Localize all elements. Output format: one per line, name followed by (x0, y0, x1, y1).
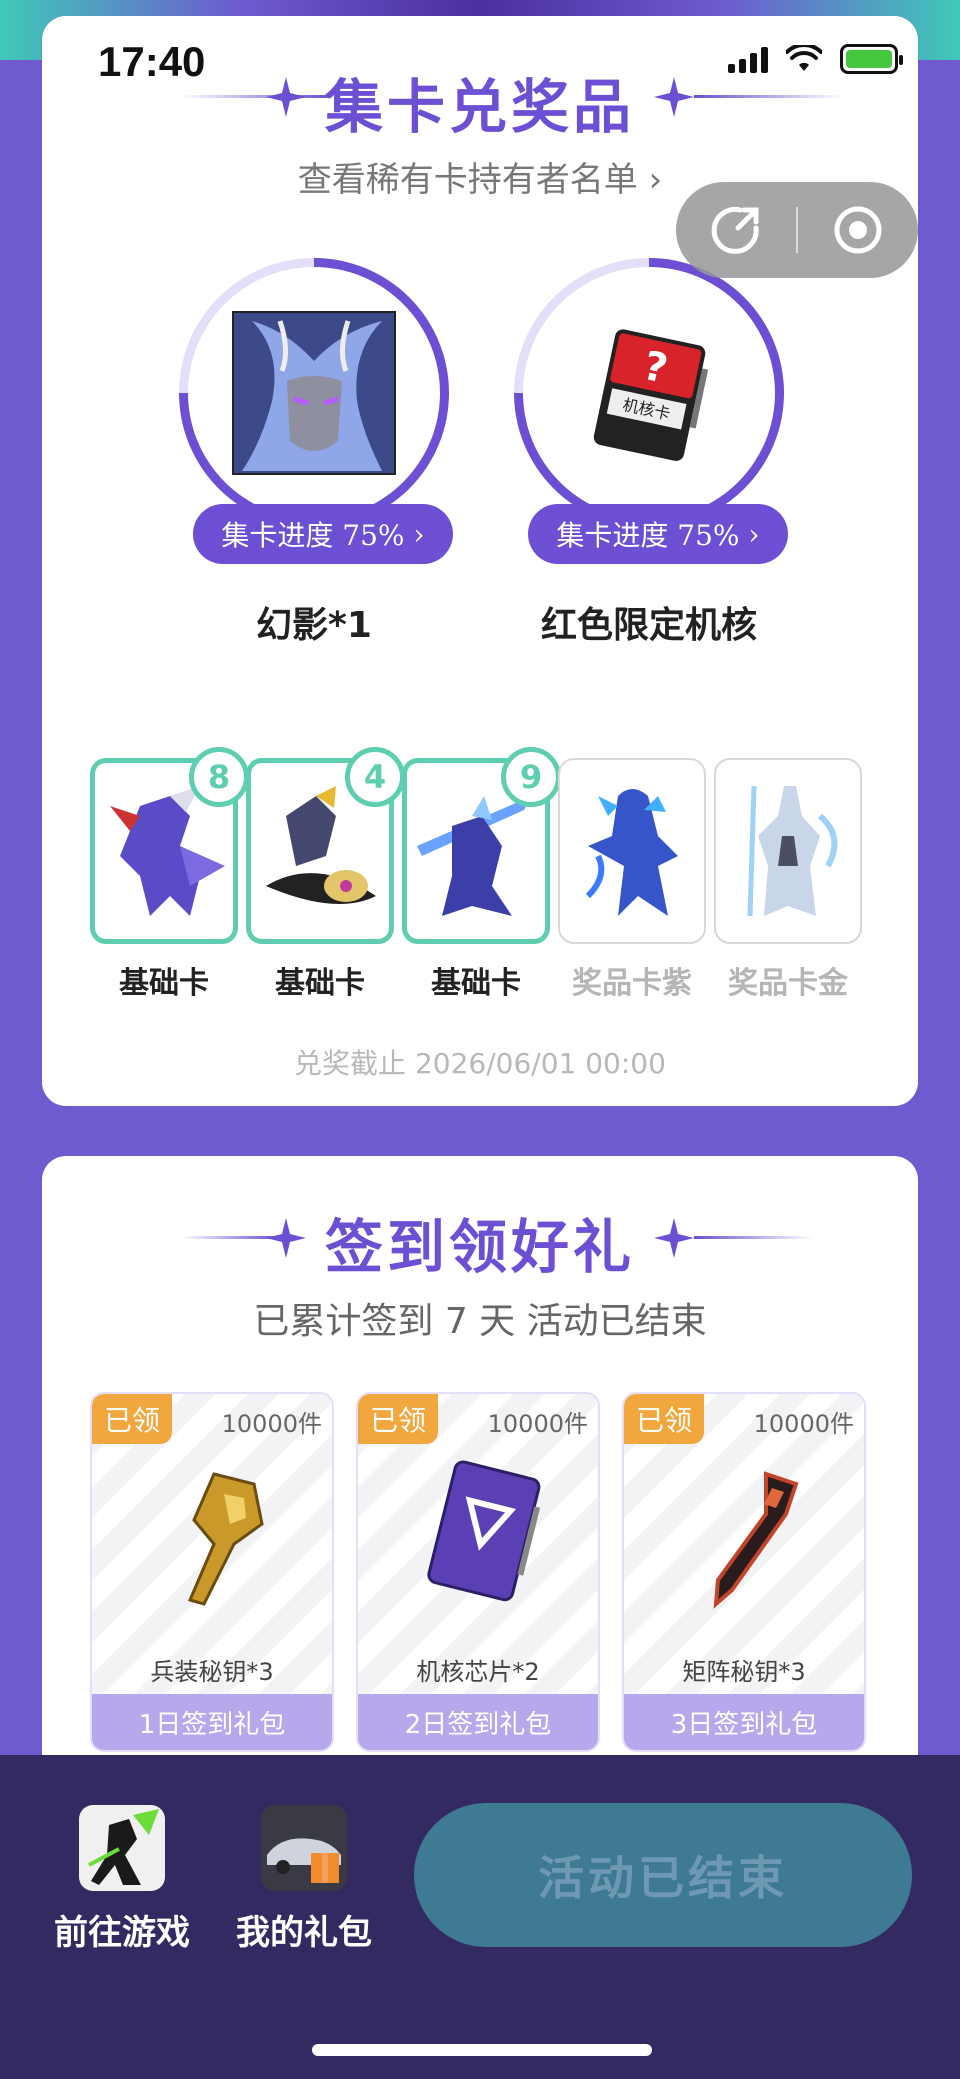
my-gifts-button[interactable]: 我的礼包 (224, 1805, 384, 1954)
game-app-icon (79, 1805, 165, 1891)
bottom-action-bar: 前往游戏 我的礼包 活动已结束 (0, 1755, 960, 2079)
gift-day-label: 2日签到礼包 (358, 1694, 598, 1750)
collect-card-prize-gold[interactable] (714, 758, 862, 944)
core-card-image: ? 机核卡 (593, 329, 709, 461)
chevron-right-icon: › (648, 160, 663, 200)
gift-stock: 10000件 (487, 1410, 588, 1438)
signin-title: 签到领好礼 (324, 1213, 635, 1281)
status-bar: 17:40 (0, 0, 960, 120)
claimed-tag: 已领 (358, 1394, 438, 1444)
gift-stock: 10000件 (221, 1410, 322, 1438)
status-icons (728, 44, 903, 74)
gift-name: 矩阵秘钥*3 (682, 1658, 806, 1686)
card-label: 奖品卡金 (728, 966, 848, 1001)
wifi-icon (786, 45, 822, 71)
collect-card-basic[interactable]: 9 (402, 747, 561, 944)
progress-ring: ? 机核卡 (514, 258, 784, 528)
miniprogram-capsule (676, 182, 918, 278)
close-miniprogram-button[interactable] (798, 204, 918, 256)
share-icon (711, 206, 759, 254)
chevron-right-icon: › (748, 517, 760, 551)
card-label: 奖品卡紫 (572, 966, 692, 1001)
gift-name: 兵装秘钥*3 (150, 1658, 274, 1686)
card-count-badge: 8 (189, 747, 249, 807)
gift-name: 机核芯片*2 (416, 1658, 540, 1686)
collect-progress-pill[interactable]: 集卡进度 75% › (193, 504, 453, 564)
card-count-badge: 4 (345, 747, 405, 807)
prize-phantom[interactable]: 集卡进度 75% › (179, 258, 453, 564)
signin-gift-day3[interactable]: 已领 10000件 矩阵秘钥*3 3日签到礼包 (622, 1392, 866, 1752)
status-time: 17:40 (98, 38, 206, 85)
card-label: 基础卡 (431, 966, 521, 1001)
share-button[interactable] (676, 204, 796, 256)
card-label: 基础卡 (275, 966, 365, 1001)
gift-stock: 10000件 (753, 1410, 854, 1438)
battery-icon (840, 44, 903, 74)
signin-gift-day2[interactable]: 已领 10000件 机核芯片*2 2日签到礼包 (356, 1392, 600, 1752)
prize-red-core[interactable]: ? 机核卡 集卡进度 75% › (514, 258, 788, 564)
go-to-game-label: 前往游戏 (54, 1913, 190, 1953)
claimed-tag: 已领 (92, 1394, 172, 1444)
prize-name: 幻影*1 (256, 605, 372, 646)
signin-summary: 已累计签到 7 天 活动已结束 (253, 1301, 707, 1342)
activity-ended-button[interactable]: 活动已结束 (414, 1803, 912, 1947)
collect-card-basic[interactable]: 4 (246, 747, 405, 944)
signin-gift-day1[interactable]: 已领 10000件 兵装秘钥*3 1日签到礼包 (90, 1392, 334, 1752)
phantom-hero-portrait (232, 311, 396, 475)
home-indicator (312, 2044, 652, 2056)
progress-ring (179, 258, 449, 528)
sparkle-icon (654, 1218, 694, 1258)
gift-day-label: 3日签到礼包 (624, 1694, 864, 1750)
collect-card-basic[interactable]: 8 (90, 747, 249, 944)
gift-box-icon (261, 1805, 347, 1891)
my-gifts-label: 我的礼包 (236, 1913, 372, 1953)
title-decor-line-right (694, 1236, 814, 1239)
gift-day-label: 1日签到礼包 (92, 1694, 332, 1750)
target-icon (834, 206, 882, 254)
purple-hero-art (585, 789, 678, 916)
cellular-signal-icon (728, 45, 768, 73)
core-chip-icon (427, 1460, 541, 1602)
redeem-deadline: 兑奖截止 2026/06/01 00:00 (294, 1047, 666, 1080)
chevron-right-icon: › (413, 517, 425, 551)
card-label: 基础卡 (119, 966, 209, 1001)
collect-card-prize-purple[interactable] (558, 758, 706, 944)
card-count-badge: 9 (501, 747, 561, 807)
claimed-tag: 已领 (624, 1394, 704, 1444)
go-to-game-button[interactable]: 前往游戏 (42, 1805, 202, 1954)
matrix-key-icon (713, 1471, 799, 1609)
collect-cards-panel: 集卡兑奖品 查看稀有卡持有者名单 › 集卡进度 75% › 幻影*1 ? 机核卡… (42, 16, 918, 1106)
collect-progress-pill[interactable]: 集卡进度 75% › (528, 504, 788, 564)
gold-hero-art (747, 785, 838, 917)
golden-key-icon (187, 1472, 264, 1606)
prize-name: 红色限定机核 (540, 605, 757, 646)
